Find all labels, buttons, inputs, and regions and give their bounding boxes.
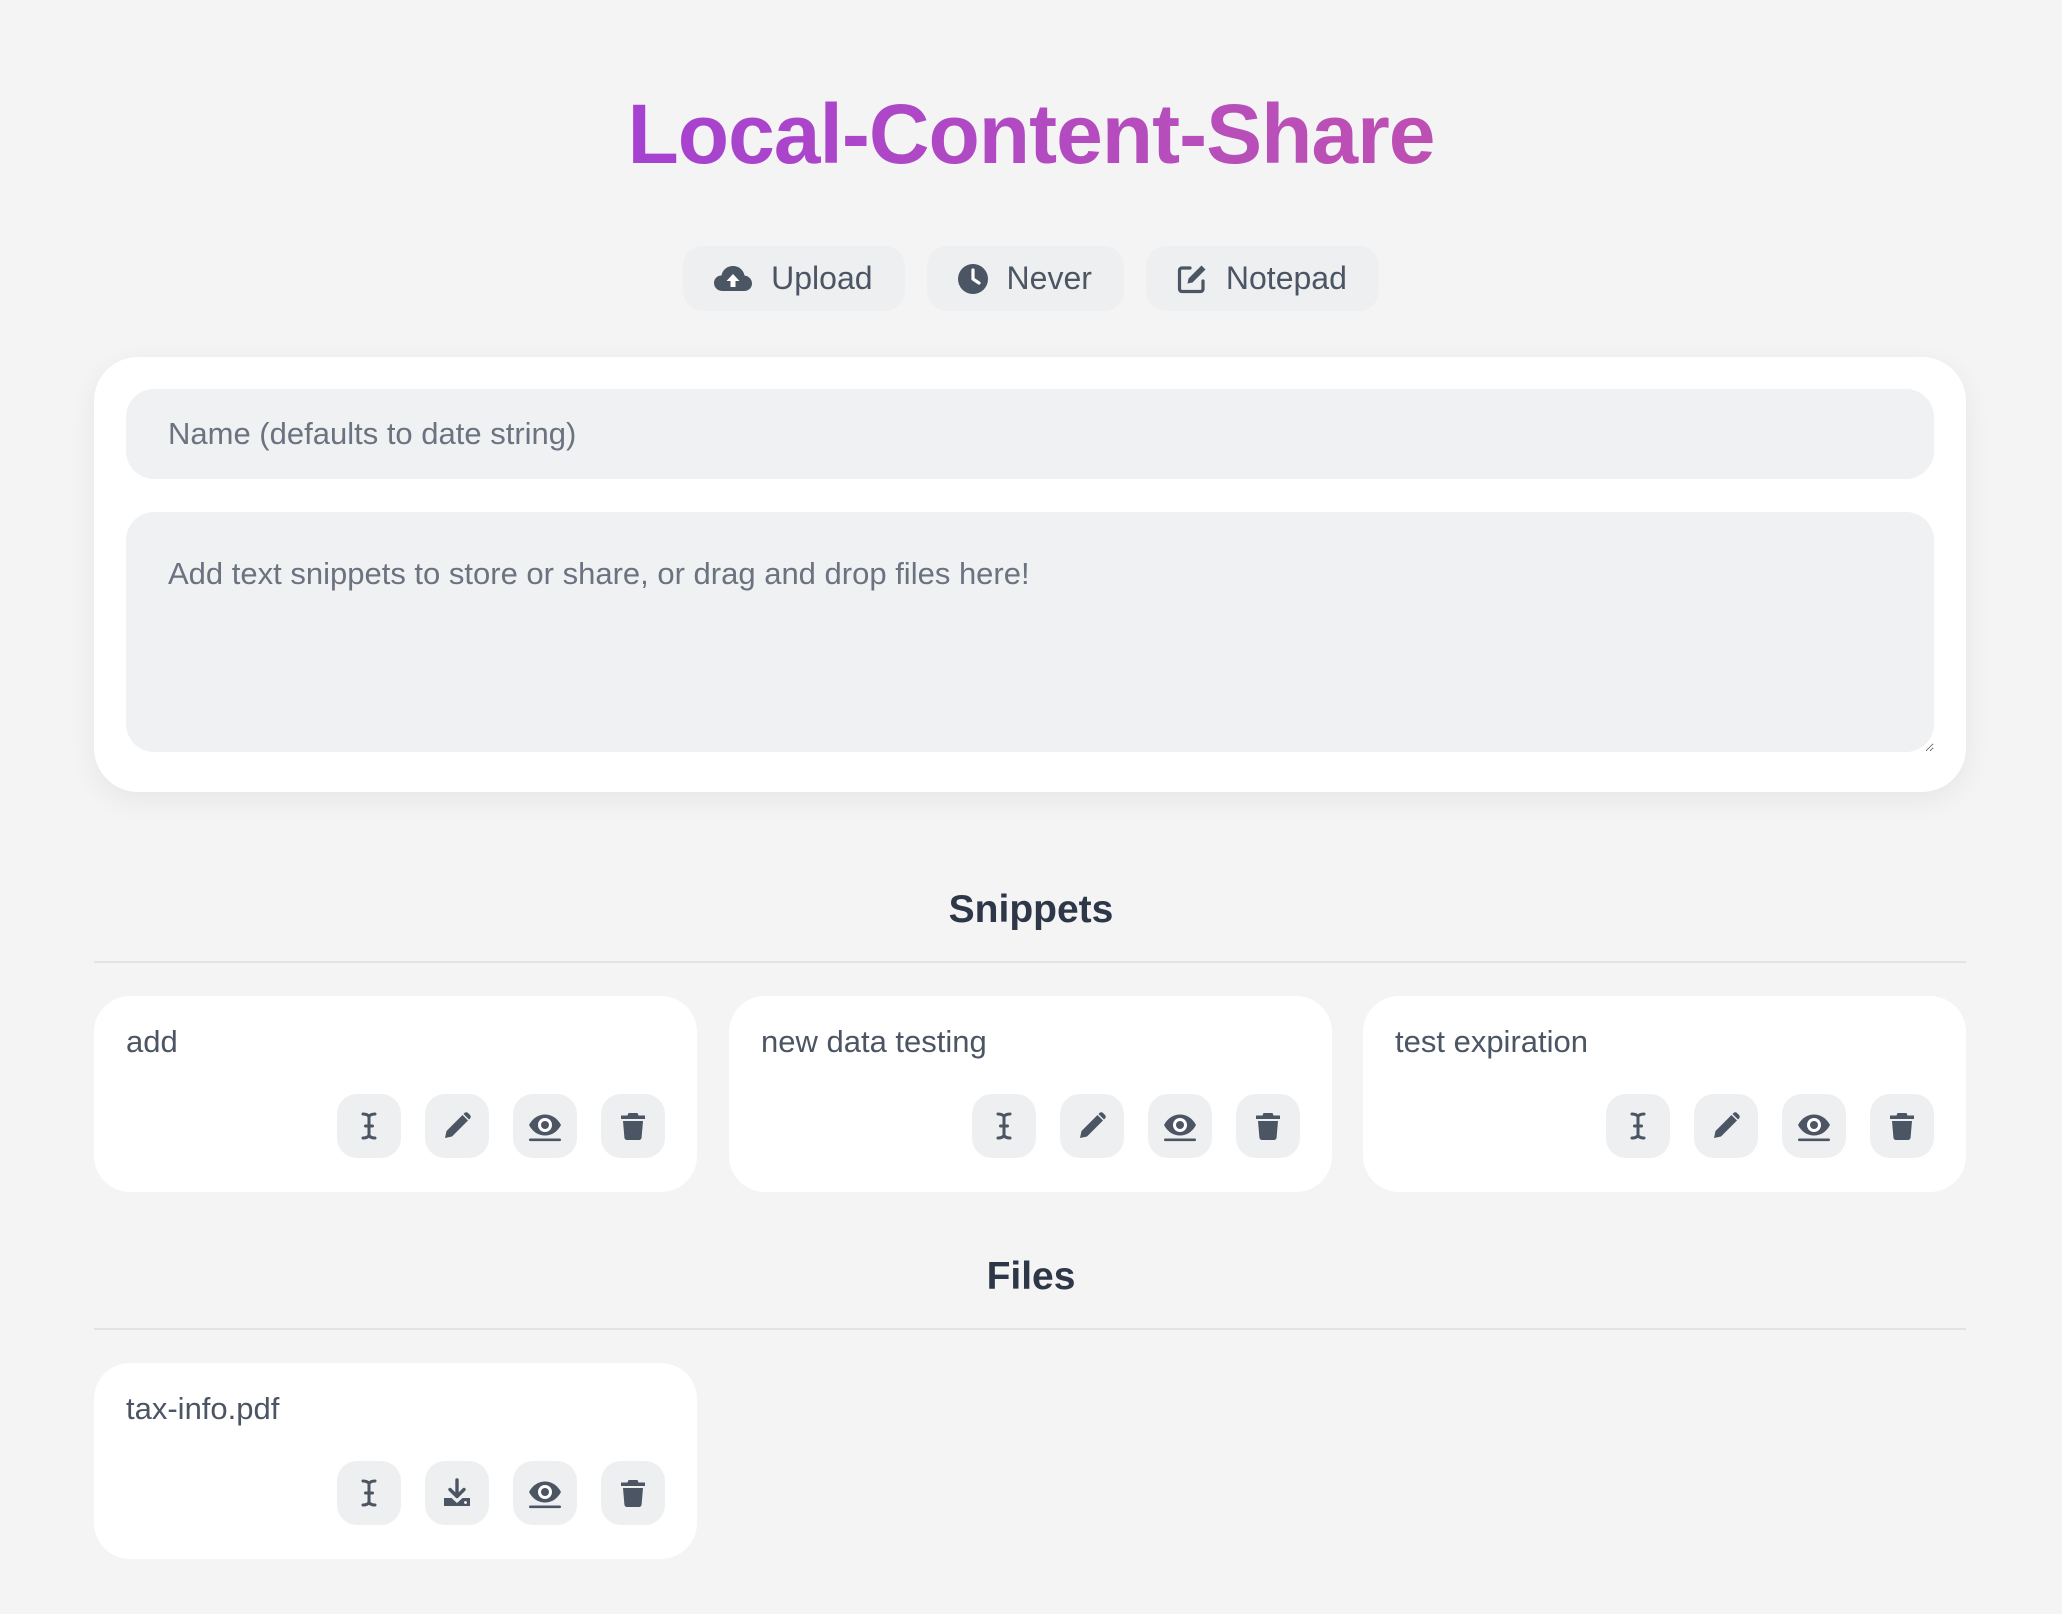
file-actions: [337, 1461, 665, 1525]
edit-icon: [441, 1110, 473, 1142]
edit-icon: [1076, 1110, 1108, 1142]
notepad-button[interactable]: Notepad: [1145, 246, 1379, 311]
snippet-card: add: [94, 996, 697, 1192]
view-button[interactable]: [513, 1461, 577, 1525]
input-card: [94, 357, 1966, 792]
view-button[interactable]: [1782, 1094, 1846, 1158]
file-card: tax-info.pdf: [94, 1363, 697, 1559]
delete-icon: [1252, 1110, 1284, 1142]
delete-button[interactable]: [601, 1094, 665, 1158]
notepad-button-label: Notepad: [1225, 260, 1347, 296]
delete-icon: [617, 1477, 649, 1509]
name-input[interactable]: [126, 389, 1934, 479]
rename-icon: [353, 1477, 385, 1509]
delete-button[interactable]: [1870, 1094, 1934, 1158]
view-icon: [527, 1110, 563, 1142]
download-button[interactable]: [425, 1461, 489, 1525]
edit-icon: [1176, 263, 1208, 295]
file-name: tax-info.pdf: [126, 1391, 280, 1426]
delete-icon: [617, 1110, 649, 1142]
upload-button-label: Upload: [771, 260, 873, 296]
snippet-name: test expiration: [1395, 1024, 1588, 1059]
expiry-button[interactable]: Never: [926, 246, 1124, 311]
view-button[interactable]: [1148, 1094, 1212, 1158]
snippet-actions: [1606, 1094, 1934, 1158]
cloud-upload-icon: [713, 263, 753, 295]
rename-button[interactable]: [1606, 1094, 1670, 1158]
view-icon: [527, 1477, 563, 1509]
snippets-heading: Snippets: [948, 888, 1114, 931]
rename-icon: [353, 1110, 385, 1142]
edit-button[interactable]: [1694, 1094, 1758, 1158]
clock-icon: [957, 263, 989, 295]
expiry-button-label: Never: [1006, 260, 1092, 296]
view-button[interactable]: [513, 1094, 577, 1158]
app-title: Local-Content-Share: [0, 82, 2062, 186]
files-divider: [94, 1328, 1966, 1330]
edit-button[interactable]: [1060, 1094, 1124, 1158]
delete-icon: [1886, 1110, 1918, 1142]
rename-button[interactable]: [337, 1461, 401, 1525]
view-icon: [1796, 1110, 1832, 1142]
view-icon: [1162, 1110, 1198, 1142]
snippet-card: test expiration: [1363, 996, 1966, 1192]
upload-button[interactable]: Upload: [683, 246, 905, 311]
delete-button[interactable]: [601, 1461, 665, 1525]
rename-button[interactable]: [337, 1094, 401, 1158]
snippet-actions: [972, 1094, 1300, 1158]
rename-button[interactable]: [972, 1094, 1036, 1158]
page: Local-Content-Share Upload Never Notepad…: [0, 0, 2062, 1614]
content-textarea[interactable]: [126, 512, 1934, 752]
snippet-name: add: [126, 1024, 178, 1059]
edit-button[interactable]: [425, 1094, 489, 1158]
rename-icon: [1622, 1110, 1654, 1142]
snippet-name: new data testing: [761, 1024, 987, 1059]
snippet-card: new data testing: [729, 996, 1332, 1192]
delete-button[interactable]: [1236, 1094, 1300, 1158]
edit-icon: [1710, 1110, 1742, 1142]
rename-icon: [988, 1110, 1020, 1142]
snippet-actions: [337, 1094, 665, 1158]
download-icon: [441, 1477, 473, 1509]
toolbar: Upload Never Notepad: [0, 246, 2062, 311]
files-heading: Files: [986, 1255, 1076, 1298]
snippets-divider: [94, 961, 1966, 963]
